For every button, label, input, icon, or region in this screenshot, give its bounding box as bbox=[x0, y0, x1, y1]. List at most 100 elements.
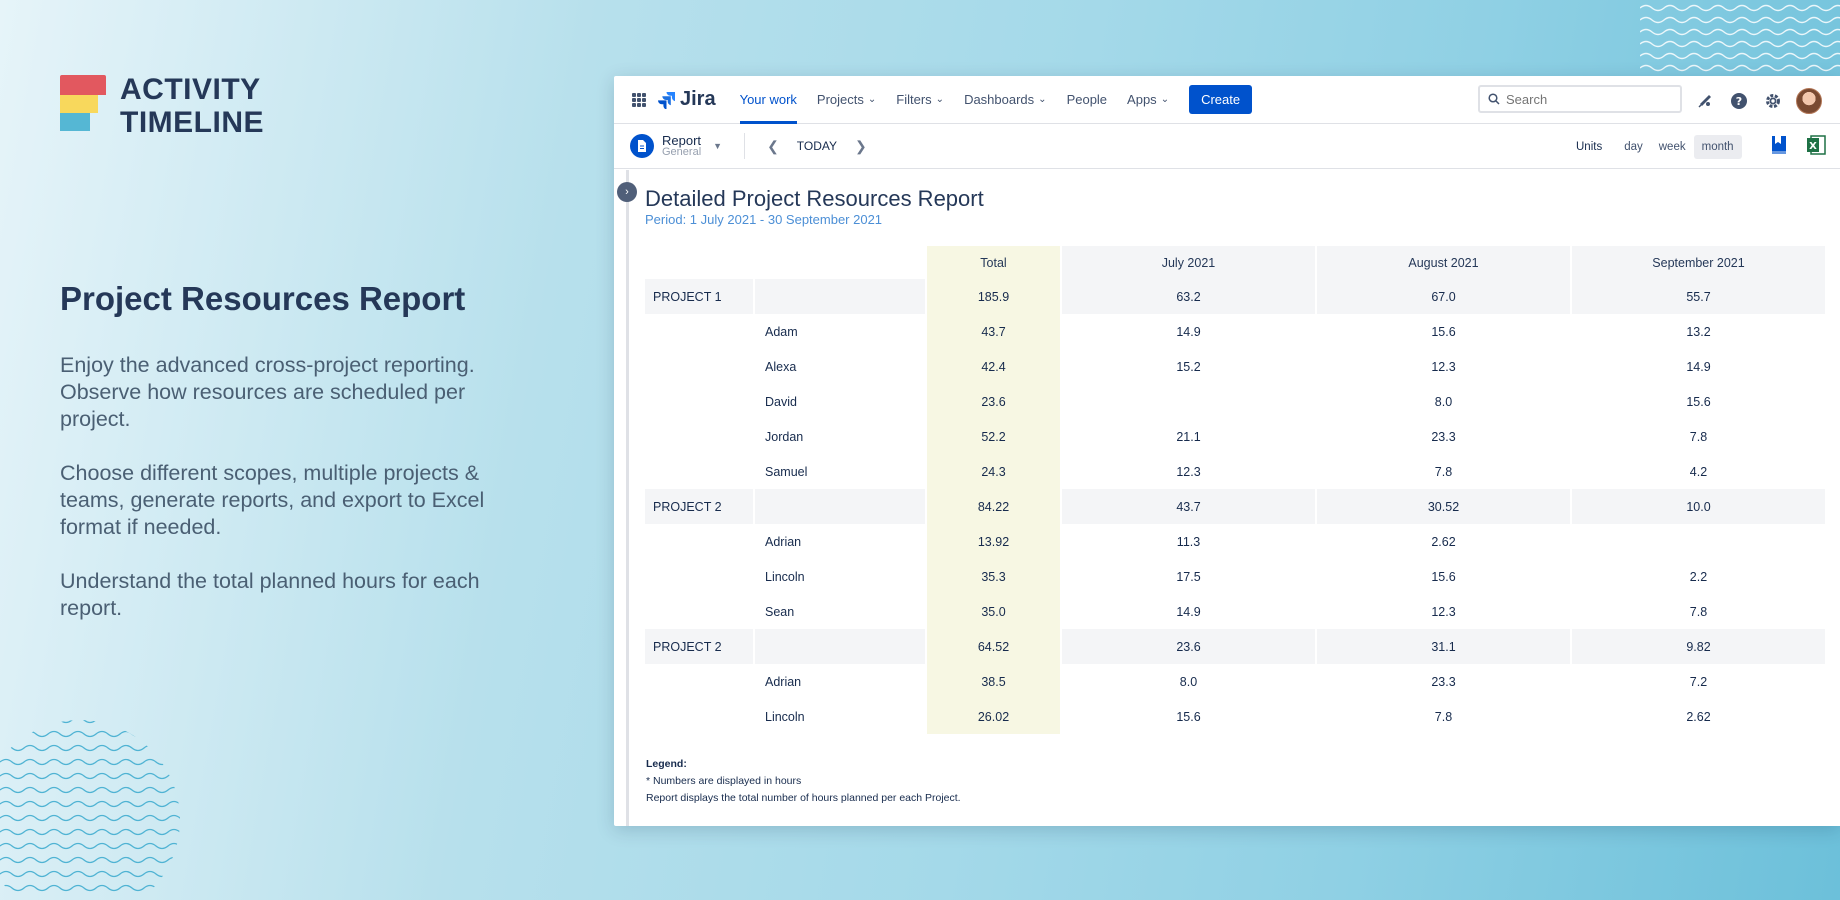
table-row: Adam 43.7 14.9 15.6 13.2 bbox=[645, 314, 1825, 349]
chevron-down-icon: ⌄ bbox=[1160, 94, 1170, 105]
project-blank bbox=[645, 314, 753, 349]
expand-sidebar-chevron-icon[interactable]: › bbox=[617, 182, 637, 202]
nav-people[interactable]: People bbox=[1067, 76, 1107, 124]
search-box[interactable] bbox=[1478, 85, 1682, 113]
report-scope: General bbox=[662, 146, 702, 158]
report-toolbar: Report General ▼ ❮ TODAY ❯ Units day wee… bbox=[614, 124, 1840, 169]
month-cell: 55.7 bbox=[1572, 279, 1825, 314]
table-row: Alexa 42.4 15.2 12.3 14.9 bbox=[645, 349, 1825, 384]
unit-month-option[interactable]: month bbox=[1693, 134, 1742, 159]
jira-app-window: Jira Your work Projects ⌄ Filters ⌄ Dashbo… bbox=[614, 76, 1840, 826]
month-cell: 8.0 bbox=[1179, 674, 1198, 689]
person-blank bbox=[755, 629, 925, 664]
report-legend: Legend: * Numbers are displayed in hours… bbox=[646, 756, 961, 807]
unit-day-option[interactable]: day bbox=[1616, 135, 1651, 159]
month-cell bbox=[1062, 384, 1315, 419]
caret-down-icon: ▼ bbox=[713, 141, 723, 151]
total-cell: 185.9 bbox=[927, 279, 1060, 314]
next-period-arrow-icon[interactable]: ❯ bbox=[855, 138, 867, 155]
project-row: PROJECT 1 185.9 63.2 67.0 55.7 bbox=[645, 279, 1825, 314]
app-name: Jira bbox=[680, 88, 716, 110]
month-cell: 43.7 bbox=[1062, 489, 1315, 524]
help-icon[interactable]: ? bbox=[1728, 90, 1750, 112]
header-project-blank bbox=[645, 246, 753, 279]
legend-line: Report displays the total number of hour… bbox=[646, 792, 961, 804]
month-cell: 2.62 bbox=[1686, 709, 1711, 724]
month-cell: 15.6 bbox=[1176, 709, 1201, 724]
save-bookmark-icon[interactable] bbox=[1768, 134, 1792, 158]
legend-line: * Numbers are displayed in hours bbox=[646, 775, 802, 787]
month-cell: 7.2 bbox=[1689, 674, 1708, 689]
table-row: Jordan 52.2 21.1 23.3 7.8 bbox=[645, 419, 1825, 454]
legend-title: Legend: bbox=[646, 758, 687, 770]
project-blank bbox=[645, 594, 753, 629]
month-cell: 7.8 bbox=[1434, 709, 1453, 724]
export-excel-icon[interactable]: X bbox=[1805, 134, 1829, 158]
create-button[interactable]: Create bbox=[1189, 85, 1253, 114]
settings-gear-icon[interactable] bbox=[1762, 90, 1784, 112]
svg-text:?: ? bbox=[1736, 95, 1742, 108]
person-name: Sean bbox=[765, 604, 795, 619]
month-cell: 23.3 bbox=[1431, 674, 1456, 689]
month-cell: 2.62 bbox=[1431, 534, 1456, 549]
logo-text: ACTIVITY TIMELINE bbox=[120, 73, 264, 139]
user-avatar[interactable] bbox=[1796, 88, 1822, 114]
report-period: Period: 1 July 2021 - 30 September 2021 bbox=[645, 212, 883, 227]
project-blank bbox=[645, 524, 753, 559]
project-blank bbox=[645, 384, 753, 419]
top-navigation-bar: Jira Your work Projects ⌄ Filters ⌄ Dashbo… bbox=[614, 76, 1840, 124]
search-input[interactable] bbox=[1506, 91, 1666, 107]
month-cell bbox=[1572, 524, 1825, 559]
month-cell: 12.3 bbox=[1431, 604, 1456, 619]
total-cell: 38.5 bbox=[927, 664, 1060, 699]
person-name: Adrian bbox=[765, 674, 802, 689]
report-document-icon bbox=[630, 134, 654, 158]
table-row: Samuel 24.3 12.3 7.8 4.2 bbox=[645, 454, 1825, 489]
nav-projects[interactable]: Projects ⌄ bbox=[817, 76, 876, 124]
project-name: PROJECT 2 bbox=[645, 489, 753, 524]
month-cell: 8.0 bbox=[1434, 394, 1453, 409]
month-cell: 2.2 bbox=[1689, 569, 1708, 584]
project-blank bbox=[645, 349, 753, 384]
month-cell: 14.9 bbox=[1176, 324, 1201, 339]
month-cell: 23.3 bbox=[1431, 429, 1456, 444]
nav-dashboards[interactable]: Dashboards ⌄ bbox=[964, 76, 1047, 124]
total-cell: 13.92 bbox=[927, 524, 1060, 559]
marketing-body: Enjoy the advanced cross-project reporti… bbox=[60, 352, 540, 649]
table-row: Lincoln 35.3 17.5 15.6 2.2 bbox=[645, 559, 1825, 594]
person-blank bbox=[755, 489, 925, 524]
nav-apps[interactable]: Apps ⌄ bbox=[1127, 76, 1169, 124]
main-nav: Your work Projects ⌄ Filters ⌄ Dashboards ⌄… bbox=[739, 76, 1253, 124]
logo-line-2: TIMELINE bbox=[120, 106, 264, 139]
logo-line-1: ACTIVITY bbox=[120, 73, 261, 106]
nav-filters[interactable]: Filters ⌄ bbox=[896, 76, 944, 124]
svg-text:X: X bbox=[1809, 141, 1817, 152]
column-header: September 2021 bbox=[1572, 246, 1825, 279]
total-cell: 43.7 bbox=[927, 314, 1060, 349]
top-right-icons: ? bbox=[1694, 88, 1822, 114]
month-cell: 12.3 bbox=[1176, 464, 1201, 479]
report-selector[interactable]: Report General ▼ bbox=[630, 134, 722, 158]
today-button[interactable]: TODAY bbox=[797, 139, 837, 153]
project-blank bbox=[645, 454, 753, 489]
marketing-paragraph: Understand the total planned hours for e… bbox=[60, 569, 480, 620]
app-switcher-icon[interactable] bbox=[632, 92, 646, 107]
person-name: Alexa bbox=[765, 359, 797, 374]
jira-home-link[interactable]: Jira bbox=[658, 88, 716, 111]
person-name: Jordan bbox=[765, 429, 804, 444]
total-cell: 84.22 bbox=[927, 489, 1060, 524]
notifications-icon[interactable] bbox=[1694, 90, 1716, 112]
activity-timeline-logo: ACTIVITY TIMELINE bbox=[60, 73, 264, 139]
person-name: Adrian bbox=[765, 534, 802, 549]
month-cell: 9.82 bbox=[1572, 629, 1825, 664]
nav-your-work[interactable]: Your work bbox=[739, 76, 798, 124]
person-name: Lincoln bbox=[765, 569, 805, 584]
marketing-paragraph: Enjoy the advanced cross-project reporti… bbox=[60, 353, 475, 431]
sidebar-rail bbox=[626, 170, 629, 826]
toolbar-divider bbox=[744, 133, 746, 159]
units-switcher: Units day week month bbox=[1576, 124, 1742, 169]
total-cell: 26.02 bbox=[927, 699, 1060, 734]
previous-period-arrow-icon[interactable]: ❮ bbox=[767, 138, 779, 155]
total-cell: 35.3 bbox=[927, 559, 1060, 594]
unit-week-option[interactable]: week bbox=[1651, 135, 1694, 159]
